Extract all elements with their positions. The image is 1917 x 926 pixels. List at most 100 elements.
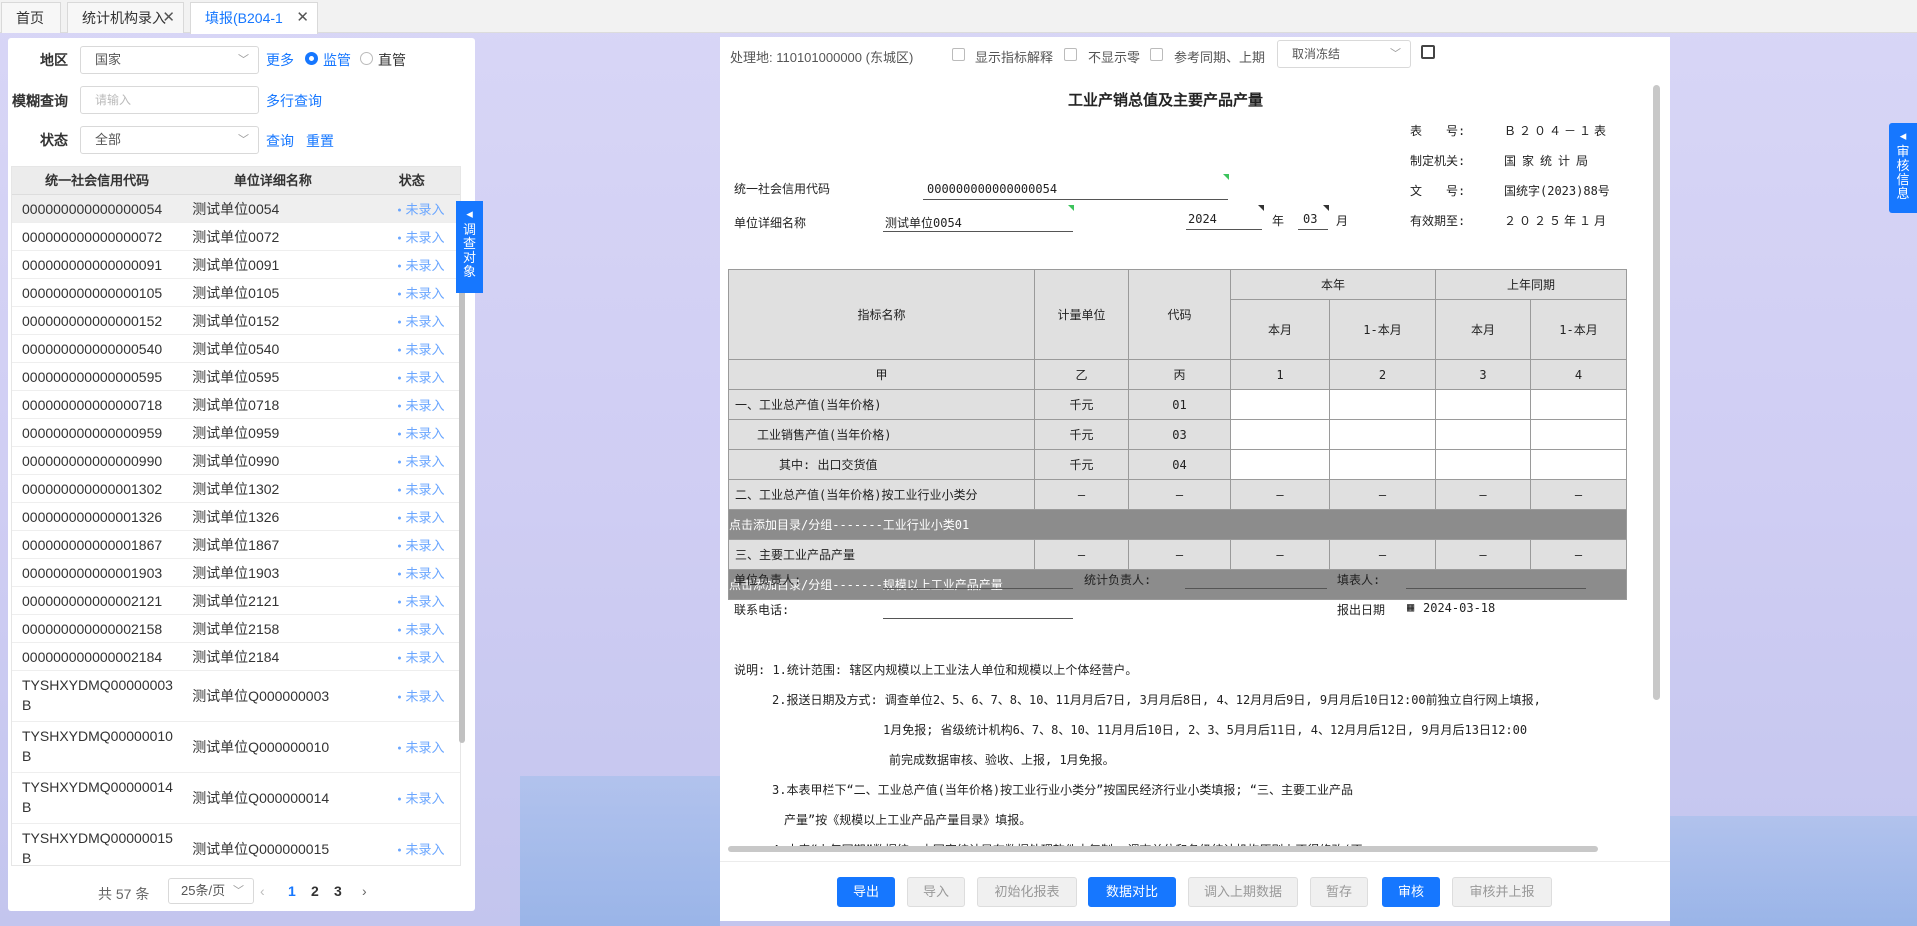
cell-credit-code: 000000000000000072 (22, 229, 163, 245)
group-add-link[interactable]: 点击添加目录/分组-------工业行业小类01 (727, 509, 1628, 540)
next-page-icon[interactable]: › (362, 883, 367, 899)
group-add-row[interactable]: 点击添加目录/分组-------工业行业小类01 (727, 509, 1628, 540)
row-code: 04 (1128, 449, 1231, 480)
table-row[interactable]: 000000000000001302 测试单位1302 未录入 (12, 475, 460, 503)
data-input-cell[interactable] (1530, 419, 1628, 450)
table-row[interactable]: 000000000000000959 测试单位0959 未录入 (12, 419, 460, 447)
col-status[interactable]: 状态 (363, 167, 460, 194)
page-1[interactable]: 1 (288, 883, 296, 899)
index-cell: 甲 (728, 359, 1035, 390)
table-row[interactable]: 000000000000000595 测试单位0595 未录入 (12, 363, 460, 391)
table-row[interactable]: 000000000000000072 测试单位0072 未录入 (12, 223, 460, 251)
data-input-cell[interactable] (1230, 389, 1330, 420)
radio-direct-label: 直管 (378, 52, 406, 68)
report-scrollbar-vertical[interactable] (1653, 85, 1660, 700)
table-row[interactable]: 000000000000000718 测试单位0718 未录入 (12, 391, 460, 419)
tab-home-label: 首页 (16, 10, 44, 26)
table-row[interactable]: 000000000000000990 测试单位0990 未录入 (12, 447, 460, 475)
status-select[interactable]: 全部 ﹀ (80, 126, 259, 154)
data-compare-button[interactable]: 数据对比 (1088, 877, 1176, 907)
page-3[interactable]: 3 (334, 883, 342, 899)
checkbox-reference[interactable] (1150, 48, 1163, 61)
tab-home[interactable]: 首页 (1, 2, 61, 33)
cell-credit-code: 000000000000000990 (22, 453, 163, 469)
table-row[interactable]: 000000000000000152 测试单位0152 未录入 (12, 307, 460, 335)
import-button[interactable]: 导入 (907, 877, 965, 907)
phone-label: 联系电话: (734, 603, 790, 617)
col-unit-name[interactable]: 单位详细名称 (182, 167, 363, 194)
close-icon[interactable]: ✕ (162, 3, 175, 33)
radio-supervise[interactable] (305, 52, 318, 65)
prev-page-icon[interactable]: ‹ (260, 883, 265, 899)
save-draft-button[interactable]: 暂存 (1310, 877, 1368, 907)
table-row[interactable]: TYSHXYDMQ00000015B 测试单位Q000000015 未录入 (12, 824, 460, 865)
reset-button[interactable]: 重置 (306, 131, 334, 151)
side-tab-survey-object[interactable]: ◂ 调查对象 (456, 201, 483, 293)
unit-name-field[interactable]: 测试单位0054 (885, 214, 962, 231)
data-input-cell[interactable] (1435, 419, 1532, 450)
data-input-cell[interactable] (1530, 389, 1628, 420)
data-input-cell[interactable] (1230, 449, 1330, 480)
close-icon[interactable]: ✕ (296, 3, 309, 33)
calculator-icon[interactable] (1421, 45, 1435, 59)
side-tab-audit-info[interactable]: ◂ 审核信息 (1889, 123, 1917, 213)
query-button[interactable]: 查询 (266, 131, 294, 151)
credit-code-field[interactable]: 000000000000000054 (927, 182, 1057, 196)
calendar-icon[interactable]: ▦ (1407, 600, 1414, 614)
status-badge: 未录入 (397, 740, 444, 755)
data-input-cell[interactable] (1435, 389, 1532, 420)
date-label: 报出日期 (1337, 603, 1386, 617)
init-report-button[interactable]: 初始化报表 (977, 877, 1077, 907)
cell-status: 未录入 (363, 335, 460, 362)
table-row[interactable]: 000000000000000054 测试单位0054 未录入 (12, 195, 460, 223)
status-badge: 未录入 (397, 566, 444, 581)
table-row[interactable]: 000000000000002121 测试单位2121 未录入 (12, 587, 460, 615)
year-field[interactable]: 2024 (1188, 212, 1217, 226)
more-link[interactable]: 更多 (266, 50, 294, 70)
table-row[interactable]: 000000000000001867 测试单位1867 未录入 (12, 531, 460, 559)
data-input-cell[interactable] (1328, 419, 1437, 450)
checkbox-show-explain[interactable] (952, 48, 965, 61)
report-date[interactable]: 2024-03-18 (1423, 601, 1495, 615)
radio-direct[interactable] (360, 52, 373, 65)
fuzzy-query-input[interactable]: 请输入 (80, 86, 259, 114)
table-row[interactable]: 000000000000002158 测试单位2158 未录入 (12, 615, 460, 643)
table-row[interactable]: 000000000000000105 测试单位0105 未录入 (12, 279, 460, 307)
page-2[interactable]: 2 (311, 883, 319, 899)
data-input-cell[interactable] (1230, 419, 1330, 450)
tab-report-fill[interactable]: 填报(B204-1 ✕ (190, 2, 318, 34)
report-scrollbar-horizontal[interactable] (728, 846, 1598, 852)
data-input-cell[interactable] (1530, 449, 1628, 480)
index-cell: 1 (1230, 359, 1330, 390)
multi-query-link[interactable]: 多行查询 (266, 91, 322, 111)
col-credit-code[interactable]: 统一社会信用代码 (12, 167, 182, 194)
audit-submit-button[interactable]: 审核并上报 (1452, 877, 1552, 907)
region-select[interactable]: 国家 ﹀ (80, 46, 259, 74)
cell-unit-name: 测试单位Q000000015 (192, 841, 330, 857)
cell-status: 未录入 (363, 722, 460, 772)
load-previous-button[interactable]: 调入上期数据 (1188, 877, 1298, 907)
page-size-select[interactable]: 25条/页 ﹀ (168, 878, 254, 904)
table-row[interactable]: TYSHXYDMQ00000003B 测试单位Q000000003 未录入 (12, 671, 460, 722)
data-input-cell[interactable] (1435, 449, 1532, 480)
group-add-link[interactable]: 点击添加目录/分组-------规模以上工业产品产量 (727, 569, 1628, 600)
table-row[interactable]: 000000000000002184 测试单位2184 未录入 (12, 643, 460, 671)
freeze-select[interactable]: 取消冻结 ﹀ (1277, 40, 1411, 68)
table-row[interactable]: TYSHXYDMQ00000010B 测试单位Q000000010 未录入 (12, 722, 460, 773)
table-row[interactable]: 000000000000001903 测试单位1903 未录入 (12, 559, 460, 587)
export-button[interactable]: 导出 (837, 877, 895, 907)
status-badge: 未录入 (397, 842, 444, 857)
dash-cell: – (1328, 479, 1437, 510)
tab-stat-entry[interactable]: 统计机构录入 ✕ (67, 2, 184, 33)
audit-button[interactable]: 审核 (1382, 877, 1440, 907)
note-5: 3.本表甲栏下“二、工业总产值(当年价格)按工业行业小类分”按国民经济行业小类填… (772, 783, 1354, 797)
data-input-cell[interactable] (1328, 449, 1437, 480)
group-add-row[interactable]: 点击添加目录/分组-------规模以上工业产品产量 (727, 569, 1628, 600)
table-row[interactable]: 000000000000000091 测试单位0091 未录入 (12, 251, 460, 279)
month-field[interactable]: 03 (1303, 212, 1317, 226)
checkbox-hide-zero[interactable] (1064, 48, 1077, 61)
table-row[interactable]: TYSHXYDMQ00000014B 测试单位Q000000014 未录入 (12, 773, 460, 824)
table-row[interactable]: 000000000000000540 测试单位0540 未录入 (12, 335, 460, 363)
data-input-cell[interactable] (1328, 389, 1437, 420)
table-row[interactable]: 000000000000001326 测试单位1326 未录入 (12, 503, 460, 531)
